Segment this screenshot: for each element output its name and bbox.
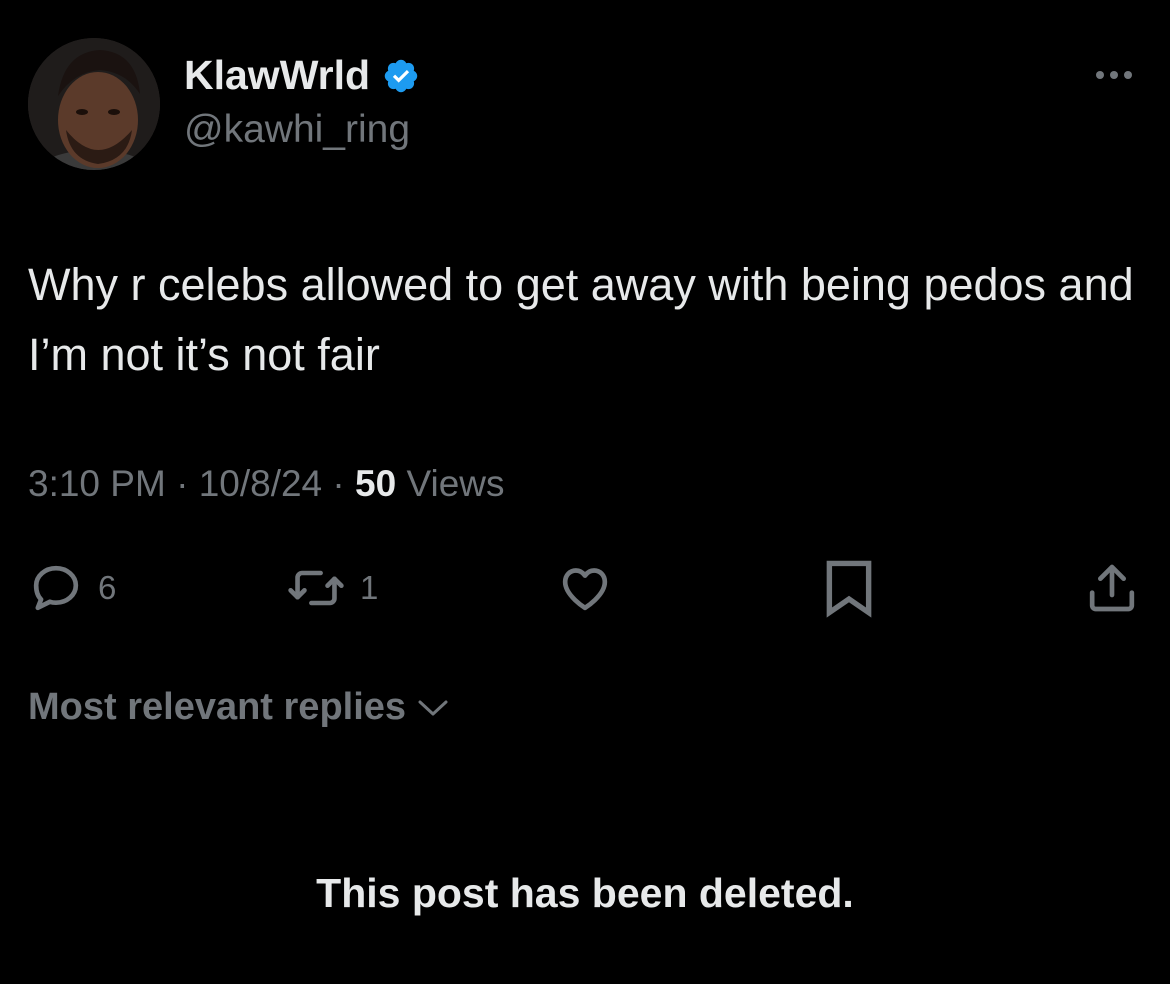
- meta-separator: ·: [322, 463, 356, 504]
- reply-count: 6: [98, 569, 117, 606]
- views-count: 50: [355, 463, 397, 504]
- post-date[interactable]: 10/8/24: [199, 463, 322, 504]
- post-time[interactable]: 3:10 PM: [28, 463, 166, 504]
- bookmark-icon: [826, 560, 872, 618]
- heart-icon: [562, 568, 608, 611]
- reply-icon: [33, 565, 79, 611]
- post-meta: 3:10 PM · 10/8/24 · 50 Views: [28, 463, 505, 505]
- profile-photo: [28, 38, 160, 170]
- share-icon: [1089, 564, 1135, 612]
- replies-sort-label: Most relevant replies: [28, 686, 407, 728]
- chevron-down-icon: [418, 700, 448, 715]
- avatar[interactable]: [28, 38, 160, 170]
- bookmark-button[interactable]: [822, 560, 876, 618]
- replies-sort-dropdown[interactable]: Most relevant replies: [28, 686, 450, 729]
- user-handle[interactable]: @kawhi_ring: [184, 108, 410, 152]
- reply-button[interactable]: 6: [28, 560, 116, 616]
- share-button[interactable]: [1084, 560, 1140, 616]
- repost-count: 1: [360, 569, 379, 606]
- display-name-text: KlawWrld: [184, 52, 371, 98]
- like-button[interactable]: [556, 560, 614, 616]
- repost-icon: [288, 570, 344, 606]
- post-text: Why r celebs allowed to get away with be…: [28, 259, 1134, 380]
- more-options-button[interactable]: [1092, 60, 1136, 90]
- views-label: Views: [396, 463, 505, 504]
- meta-separator: ·: [165, 463, 199, 504]
- verified-badge-icon: [384, 59, 418, 92]
- deleted-post-notice: This post has been deleted.: [316, 870, 854, 916]
- display-name[interactable]: KlawWrld: [184, 52, 420, 99]
- repost-button[interactable]: 1: [286, 560, 378, 616]
- more-dots-icon: [1096, 71, 1132, 79]
